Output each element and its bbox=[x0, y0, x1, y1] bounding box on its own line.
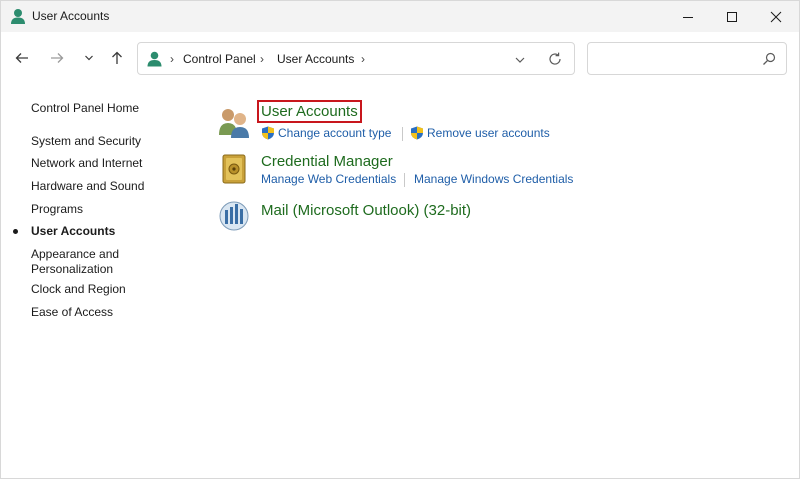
back-button[interactable] bbox=[12, 48, 32, 68]
minimize-icon bbox=[683, 16, 693, 18]
sidebar-item-system-and-security[interactable]: System and Security bbox=[31, 134, 141, 149]
user-accounts-location-icon bbox=[147, 51, 162, 67]
up-button[interactable] bbox=[107, 48, 127, 68]
breadcrumb-separator[interactable]: › bbox=[260, 52, 264, 66]
address-bar[interactable]: › Control Panel › User Accounts › bbox=[137, 42, 575, 75]
search-input[interactable] bbox=[596, 49, 756, 69]
mail-icon[interactable] bbox=[217, 198, 251, 232]
user-accounts-app-icon bbox=[10, 8, 26, 25]
task-manage-web-credentials[interactable]: Manage Web Credentials bbox=[261, 172, 396, 186]
task-change-account-type[interactable]: Change account type bbox=[261, 126, 391, 140]
arrow-up-icon bbox=[112, 51, 122, 64]
task-remove-user-accounts[interactable]: Remove user accounts bbox=[410, 126, 550, 140]
category-title-user-accounts[interactable]: User Accounts bbox=[257, 100, 362, 123]
task-label[interactable]: Remove user accounts bbox=[427, 126, 550, 140]
close-icon bbox=[770, 11, 782, 22]
sidebar-item-ease-of-access[interactable]: Ease of Access bbox=[31, 305, 113, 320]
sidebar-item-programs[interactable]: Programs bbox=[31, 202, 83, 217]
task-divider bbox=[402, 127, 403, 141]
sidebar-item-user-accounts[interactable]: User Accounts bbox=[31, 224, 115, 239]
breadcrumb-control-panel[interactable]: Control Panel bbox=[183, 52, 256, 66]
sidebar: Control Panel Home System and Security N… bbox=[1, 84, 201, 478]
category-title-credential-manager[interactable]: Credential Manager bbox=[261, 153, 393, 170]
main-content: User Accounts Change account type Remove… bbox=[201, 84, 799, 478]
breadcrumb-separator[interactable]: › bbox=[361, 52, 365, 66]
uac-shield-icon bbox=[262, 126, 274, 140]
vault-icon[interactable] bbox=[217, 152, 251, 186]
maximize-icon bbox=[727, 11, 737, 22]
forward-button[interactable] bbox=[47, 48, 67, 68]
uac-shield-icon bbox=[411, 126, 423, 140]
refresh-button[interactable] bbox=[547, 51, 563, 67]
sidebar-item-appearance-line2[interactable]: Personalization bbox=[31, 262, 113, 277]
task-manage-windows-credentials[interactable]: Manage Windows Credentials bbox=[414, 172, 573, 186]
chevron-down-icon bbox=[85, 55, 93, 61]
chevron-down-icon bbox=[515, 57, 525, 63]
address-history-dropdown[interactable] bbox=[513, 53, 527, 65]
breadcrumb-separator: › bbox=[170, 52, 174, 66]
navigation-bar: › Control Panel › User Accounts › bbox=[1, 32, 799, 84]
minimize-button[interactable] bbox=[665, 1, 711, 32]
arrow-right-icon bbox=[51, 53, 64, 63]
task-divider bbox=[404, 173, 405, 187]
recent-locations-button[interactable] bbox=[79, 48, 99, 68]
title-bar: User Accounts bbox=[1, 1, 799, 32]
users-icon[interactable] bbox=[217, 105, 251, 139]
close-button[interactable] bbox=[753, 1, 799, 32]
refresh-icon bbox=[549, 52, 561, 65]
task-label[interactable]: Change account type bbox=[278, 126, 391, 140]
search-box[interactable] bbox=[587, 42, 787, 75]
control-panel-window: User Accounts › Control Panel › User Acc… bbox=[0, 0, 800, 479]
sidebar-item-network-and-internet[interactable]: Network and Internet bbox=[31, 156, 142, 171]
search-icon[interactable] bbox=[762, 52, 776, 66]
window-title: User Accounts bbox=[32, 9, 110, 23]
arrow-left-icon bbox=[15, 53, 28, 63]
sidebar-item-clock-and-region[interactable]: Clock and Region bbox=[31, 282, 126, 297]
maximize-button[interactable] bbox=[709, 1, 755, 32]
breadcrumb-user-accounts[interactable]: User Accounts bbox=[277, 52, 354, 66]
category-title-mail[interactable]: Mail (Microsoft Outlook) (32-bit) bbox=[261, 202, 471, 219]
sidebar-item-hardware-and-sound[interactable]: Hardware and Sound bbox=[31, 179, 144, 194]
current-section-bullet bbox=[13, 229, 18, 234]
sidebar-item-control-panel-home[interactable]: Control Panel Home bbox=[31, 101, 139, 116]
sidebar-item-appearance-line1[interactable]: Appearance and bbox=[31, 247, 119, 262]
